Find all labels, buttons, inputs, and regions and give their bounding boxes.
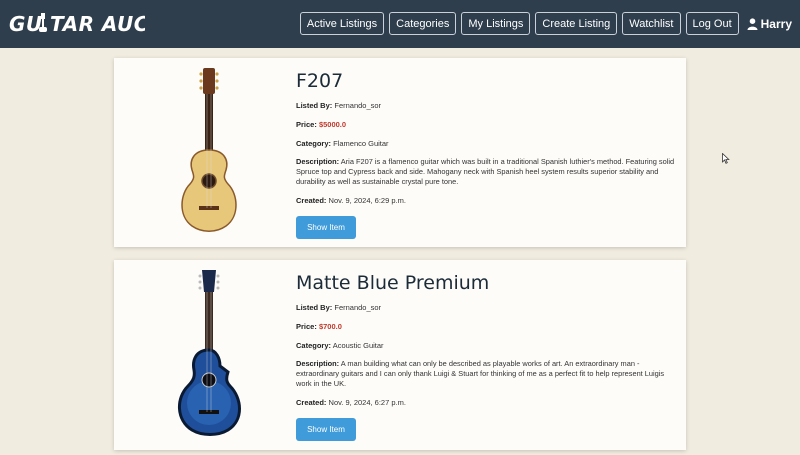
description-row: Description: A man building what can onl… [296,359,676,389]
guitar-auctions-logo: GU TAR AUCTIONS [9,12,145,36]
created-value: Nov. 9, 2024, 6:27 p.m. [328,398,406,407]
price-label: Price: [296,120,317,129]
category-label: Category: [296,341,332,350]
listing-card: Matte Blue Premium Listed By: Fernando_s… [114,260,686,450]
nav-active-listings[interactable]: Active Listings [299,12,385,35]
listed-by-value: Fernando_sor [334,303,382,312]
price-row: Price: $700.0 [296,321,676,332]
category-value: Flamenco Guitar [333,139,389,148]
price-value: $700.0 [318,322,342,331]
listed-by-value: Fernando_sor [334,101,382,110]
listing-content: F207 Listed By: Fernando_sor Price: $500… [296,68,676,239]
description-value: Aria F207 is a flamenco guitar which was… [296,157,675,186]
description-value: A man building what can only be describe… [296,359,665,388]
created-label: Created: [296,398,327,407]
listed-by-row: Listed By: Fernando_sor [296,100,676,111]
price-row: Price: $5000.0 [296,119,676,130]
listing-card: F207 Listed By: Fernando_sor Price: $500… [114,58,686,247]
price-label: Price: [296,322,317,331]
nav-watchlist[interactable]: Watchlist [622,12,681,35]
blue-acoustic-guitar-image[interactable] [154,268,264,438]
username: Harry [760,16,792,31]
navbar: GU TAR AUCTIONS Active Listings Categori… [0,0,800,48]
nav-create-listing[interactable]: Create Listing [535,12,618,35]
category-row: Category: Acoustic Guitar [296,340,676,351]
created-label: Created: [296,196,327,205]
category-value: Acoustic Guitar [332,341,384,350]
svg-text:GU: GU [9,12,43,36]
price-value: $5000.0 [318,120,347,129]
listed-by-label: Listed By: [296,101,333,110]
show-item-button[interactable]: Show Item [296,418,356,441]
created-row: Created: Nov. 9, 2024, 6:27 p.m. [296,397,676,408]
nav-categories[interactable]: Categories [389,12,457,35]
created-value: Nov. 9, 2024, 6:29 p.m. [328,196,406,205]
description-label: Description: [296,157,340,166]
nav-links: Active Listings Categories My Listings C… [295,12,800,35]
brand-logo[interactable]: GU TAR AUCTIONS [9,11,145,37]
nav-my-listings[interactable]: My Listings [461,12,531,35]
listed-by-row: Listed By: Fernando_sor [296,302,676,313]
category-row: Category: Flamenco Guitar [296,138,676,149]
description-row: Description: Aria F207 is a flamenco gui… [296,157,676,187]
listing-title[interactable]: F207 [296,68,676,94]
svg-text:TAR AUCTIONS: TAR AUCTIONS [50,12,145,36]
category-label: Category: [296,139,332,148]
nav-log-out[interactable]: Log Out [685,12,739,35]
created-row: Created: Nov. 9, 2024, 6:29 p.m. [296,195,676,206]
listing-title[interactable]: Matte Blue Premium [296,270,676,296]
listing-content: Matte Blue Premium Listed By: Fernando_s… [296,270,676,441]
user-menu[interactable]: Harry [747,17,792,31]
listed-by-label: Listed By: [296,303,333,312]
show-item-button[interactable]: Show Item [296,216,356,239]
classical-guitar-image[interactable] [154,66,264,236]
user-icon [747,17,758,30]
mouse-cursor-icon [722,153,730,164]
description-label: Description: [296,359,340,368]
